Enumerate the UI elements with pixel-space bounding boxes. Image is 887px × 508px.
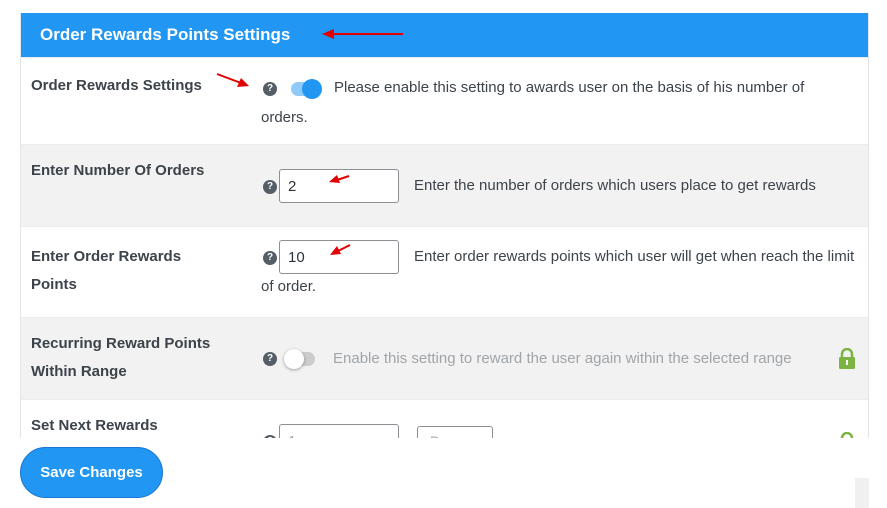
arrow-head <box>329 175 340 183</box>
arrow-orders <box>336 175 350 181</box>
arrow-toggle <box>216 73 242 84</box>
arrow-head <box>322 29 334 39</box>
save-changes-button[interactable]: Save Changes <box>20 447 163 498</box>
annotation-arrows <box>216 29 403 255</box>
scrollbar[interactable] <box>855 478 869 508</box>
arrow-points <box>337 244 351 252</box>
